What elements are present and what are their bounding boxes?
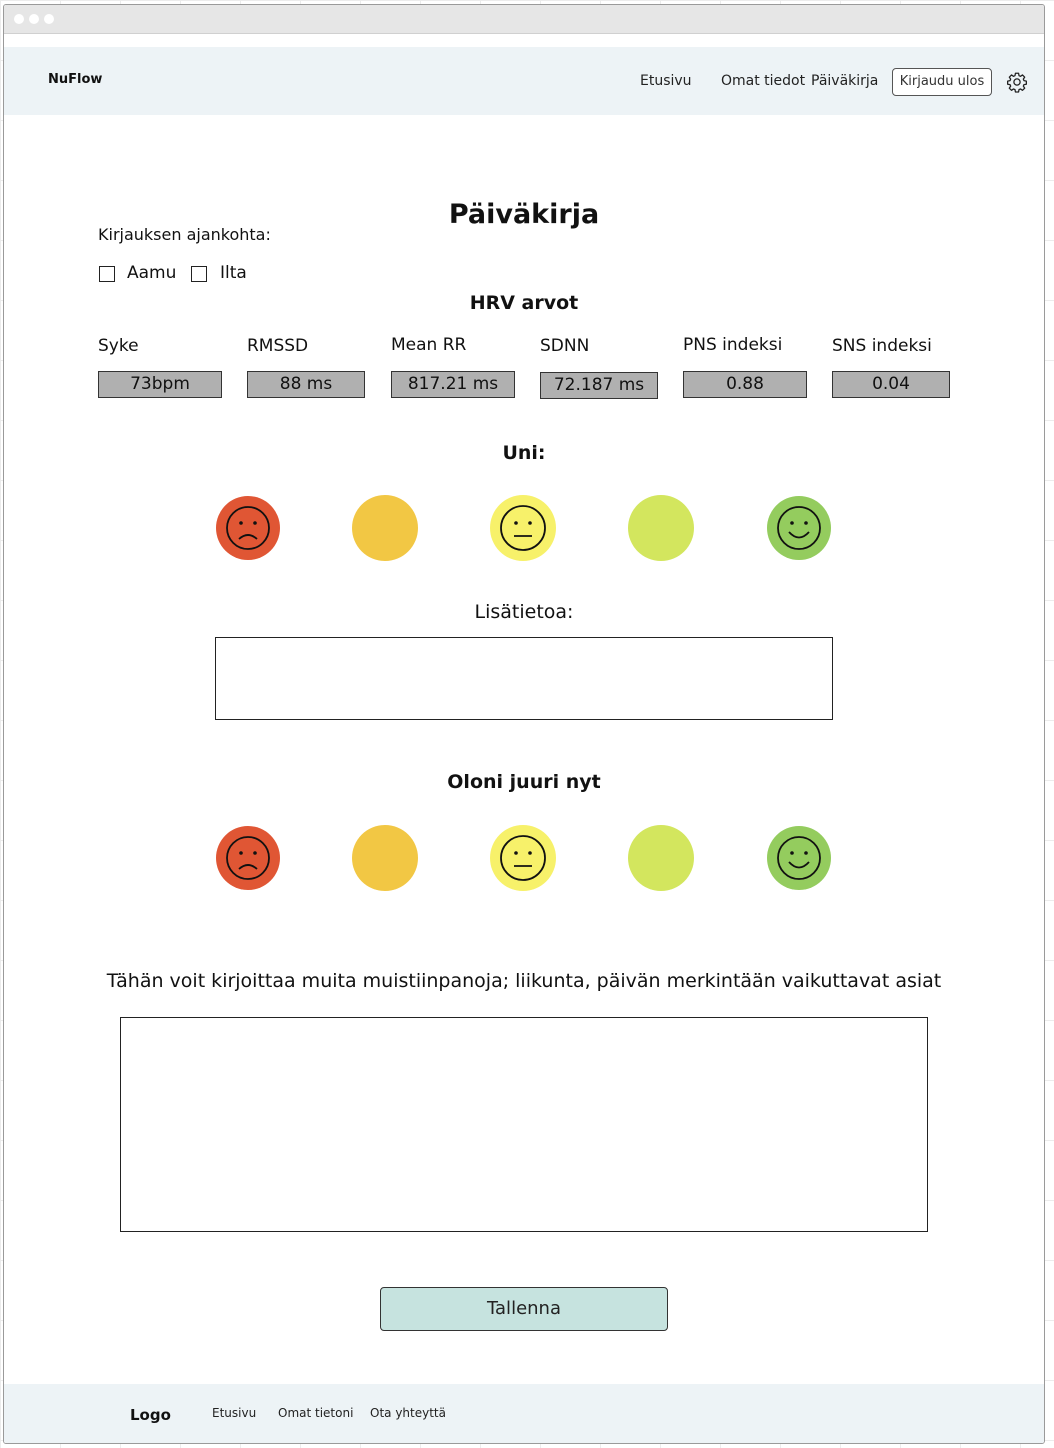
metric-value-sns: 0.04 — [832, 371, 950, 398]
window-dot-icon — [14, 14, 24, 24]
page-footer: Logo Etusivu Omat tietoni Ota yhteyttä — [4, 1384, 1044, 1443]
checkbox-ilta[interactable] — [191, 266, 207, 282]
brand-logo[interactable]: NuFlow — [48, 72, 102, 87]
nav-link-etusivu[interactable]: Etusivu — [640, 73, 692, 89]
notes-textarea[interactable] — [120, 1017, 928, 1232]
metric-value-sdnn: 72.187 ms — [540, 372, 658, 399]
sleep-smiley-face-icon[interactable] — [767, 496, 831, 560]
mood-heading: Oloni juuri nyt — [447, 771, 601, 793]
browser-window: NuFlow Etusivu Omat tiedot Päiväkirja Ki… — [3, 4, 1045, 1444]
footer-link-etusivu[interactable]: Etusivu — [212, 1406, 256, 1420]
metric-value-mean-rr: 817.21 ms — [391, 371, 515, 398]
window-dot-icon — [29, 14, 39, 24]
metric-label-mean-rr: Mean RR — [391, 335, 467, 355]
save-button[interactable]: Tallenna — [380, 1287, 668, 1331]
checkbox-aamu[interactable] — [99, 266, 115, 282]
sleep-blank-face-icon[interactable] — [352, 495, 418, 561]
mood-neutral-face-icon[interactable] — [490, 825, 556, 891]
mood-blank-face-icon[interactable] — [352, 825, 418, 891]
metric-label-pns: PNS indeksi — [683, 335, 783, 355]
metric-value-rmssd: 88 ms — [247, 371, 365, 398]
sleep-neutral-face-icon[interactable] — [490, 495, 556, 561]
checkbox-aamu-label: Aamu — [127, 263, 177, 283]
metric-label-sns: SNS indeksi — [832, 336, 932, 356]
notes-label: Tähän voit kirjoittaa muita muistiinpano… — [106, 970, 942, 992]
hrv-heading: HRV arvot — [469, 292, 579, 314]
extra-info-textarea[interactable] — [215, 637, 833, 720]
sleep-heading: Uni: — [502, 442, 546, 464]
mood-sad-face-icon[interactable] — [216, 826, 280, 890]
nav-link-paivakirja[interactable]: Päiväkirja — [811, 73, 878, 89]
metric-label-rmssd: RMSSD — [247, 336, 309, 356]
nav-link-omat-tiedot[interactable]: Omat tiedot — [721, 73, 805, 89]
metric-value-pns: 0.88 — [683, 371, 807, 398]
metric-label-syke: Syke — [98, 336, 139, 356]
footer-logo[interactable]: Logo — [130, 1406, 171, 1424]
extra-info-label: Lisätietoa: — [474, 601, 574, 623]
sleep-sad-face-icon[interactable] — [216, 496, 280, 560]
top-navbar: NuFlow Etusivu Omat tiedot Päiväkirja Ki… — [4, 47, 1044, 115]
mood-blank-face-icon[interactable] — [628, 825, 694, 891]
mood-smiley-face-icon[interactable] — [767, 826, 831, 890]
window-dot-icon — [44, 14, 54, 24]
footer-link-omat-tietoni[interactable]: Omat tietoni — [278, 1406, 353, 1420]
footer-link-ota-yhteytta[interactable]: Ota yhteyttä — [370, 1406, 446, 1420]
window-titlebar — [4, 5, 1044, 34]
settings-gear-icon[interactable] — [1006, 71, 1028, 93]
sleep-blank-face-icon[interactable] — [628, 495, 694, 561]
metric-value-syke: 73bpm — [98, 371, 222, 398]
logout-button[interactable]: Kirjaudu ulos — [892, 68, 992, 96]
metric-label-sdnn: SDNN — [540, 336, 590, 356]
entry-time-label: Kirjauksen ajankohta: — [98, 225, 271, 244]
checkbox-ilta-label: Ilta — [220, 263, 247, 283]
